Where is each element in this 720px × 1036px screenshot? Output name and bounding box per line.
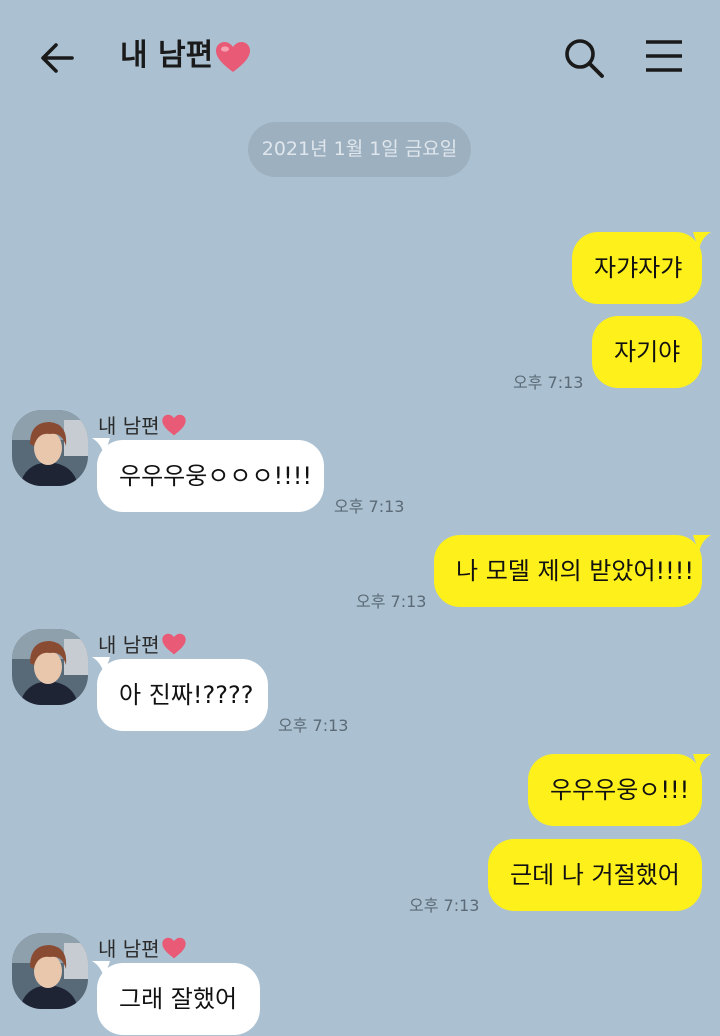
heart-icon xyxy=(161,633,186,655)
message-text: 자갸자갸 xyxy=(594,254,683,282)
chat-title: 내 남편 xyxy=(120,34,251,78)
chat-header: 내 남편 xyxy=(0,0,720,112)
message-text: 그래 잘했어 xyxy=(119,985,238,1013)
search-icon[interactable] xyxy=(562,36,606,80)
menu-icon[interactable] xyxy=(644,38,684,74)
my-message-bubble[interactable]: 자갸자갸 xyxy=(572,232,702,304)
sender-name-text: 내 남편 xyxy=(98,937,160,961)
their-message-bubble[interactable]: 우우우웅ㅇㅇㅇ!!!! xyxy=(97,440,324,512)
avatar[interactable] xyxy=(12,629,88,705)
sender-name: 내 남편 xyxy=(98,410,187,439)
back-arrow-icon[interactable] xyxy=(38,38,78,78)
message-text: 근데 나 거절했어 xyxy=(510,861,680,889)
my-message-bubble[interactable]: 나 모델 제의 받았어!!!! xyxy=(434,535,702,607)
their-message-bubble[interactable]: 아 진짜!???? xyxy=(97,659,268,731)
their-message-bubble[interactable]: 그래 잘했어 xyxy=(97,963,260,1035)
message-text: 우우우웅ㅇㅇㅇ!!!! xyxy=(119,462,313,490)
heart-icon xyxy=(161,414,186,436)
sender-name: 내 남편 xyxy=(98,933,187,962)
avatar[interactable] xyxy=(12,933,88,1009)
avatar-photo xyxy=(12,410,88,486)
date-divider: 2021년 1월 1일 금요일 xyxy=(248,122,471,177)
avatar-photo xyxy=(12,933,88,1009)
my-message-bubble[interactable]: 자기야 xyxy=(592,316,702,388)
heart-icon xyxy=(216,41,251,72)
chat-title-text: 내 남편 xyxy=(120,38,214,73)
heart-icon xyxy=(161,937,186,959)
bubble-tail xyxy=(693,535,711,553)
sender-name-text: 내 남편 xyxy=(98,414,160,438)
message-time: 오후 7:13 xyxy=(513,373,584,392)
avatar[interactable] xyxy=(12,410,88,486)
bubble-tail xyxy=(693,754,711,772)
my-message-bubble[interactable]: 우우우웅ㅇ!!! xyxy=(528,754,702,826)
message-time: 오후 7:13 xyxy=(409,896,480,915)
message-text: 자기야 xyxy=(614,338,681,366)
message-time: 오후 7:13 xyxy=(334,497,405,516)
message-time: 오후 7:13 xyxy=(278,716,349,735)
message-time: 오후 7:13 xyxy=(356,592,427,611)
message-text: 우우우웅ㅇ!!! xyxy=(550,776,690,804)
sender-name: 내 남편 xyxy=(98,629,187,658)
bubble-tail xyxy=(693,232,711,250)
avatar-photo xyxy=(12,629,88,705)
message-text: 아 진짜!???? xyxy=(119,681,254,709)
message-text: 나 모델 제의 받았어!!!! xyxy=(456,557,695,585)
sender-name-text: 내 남편 xyxy=(98,633,160,657)
my-message-bubble[interactable]: 근데 나 거절했어 xyxy=(488,839,702,911)
